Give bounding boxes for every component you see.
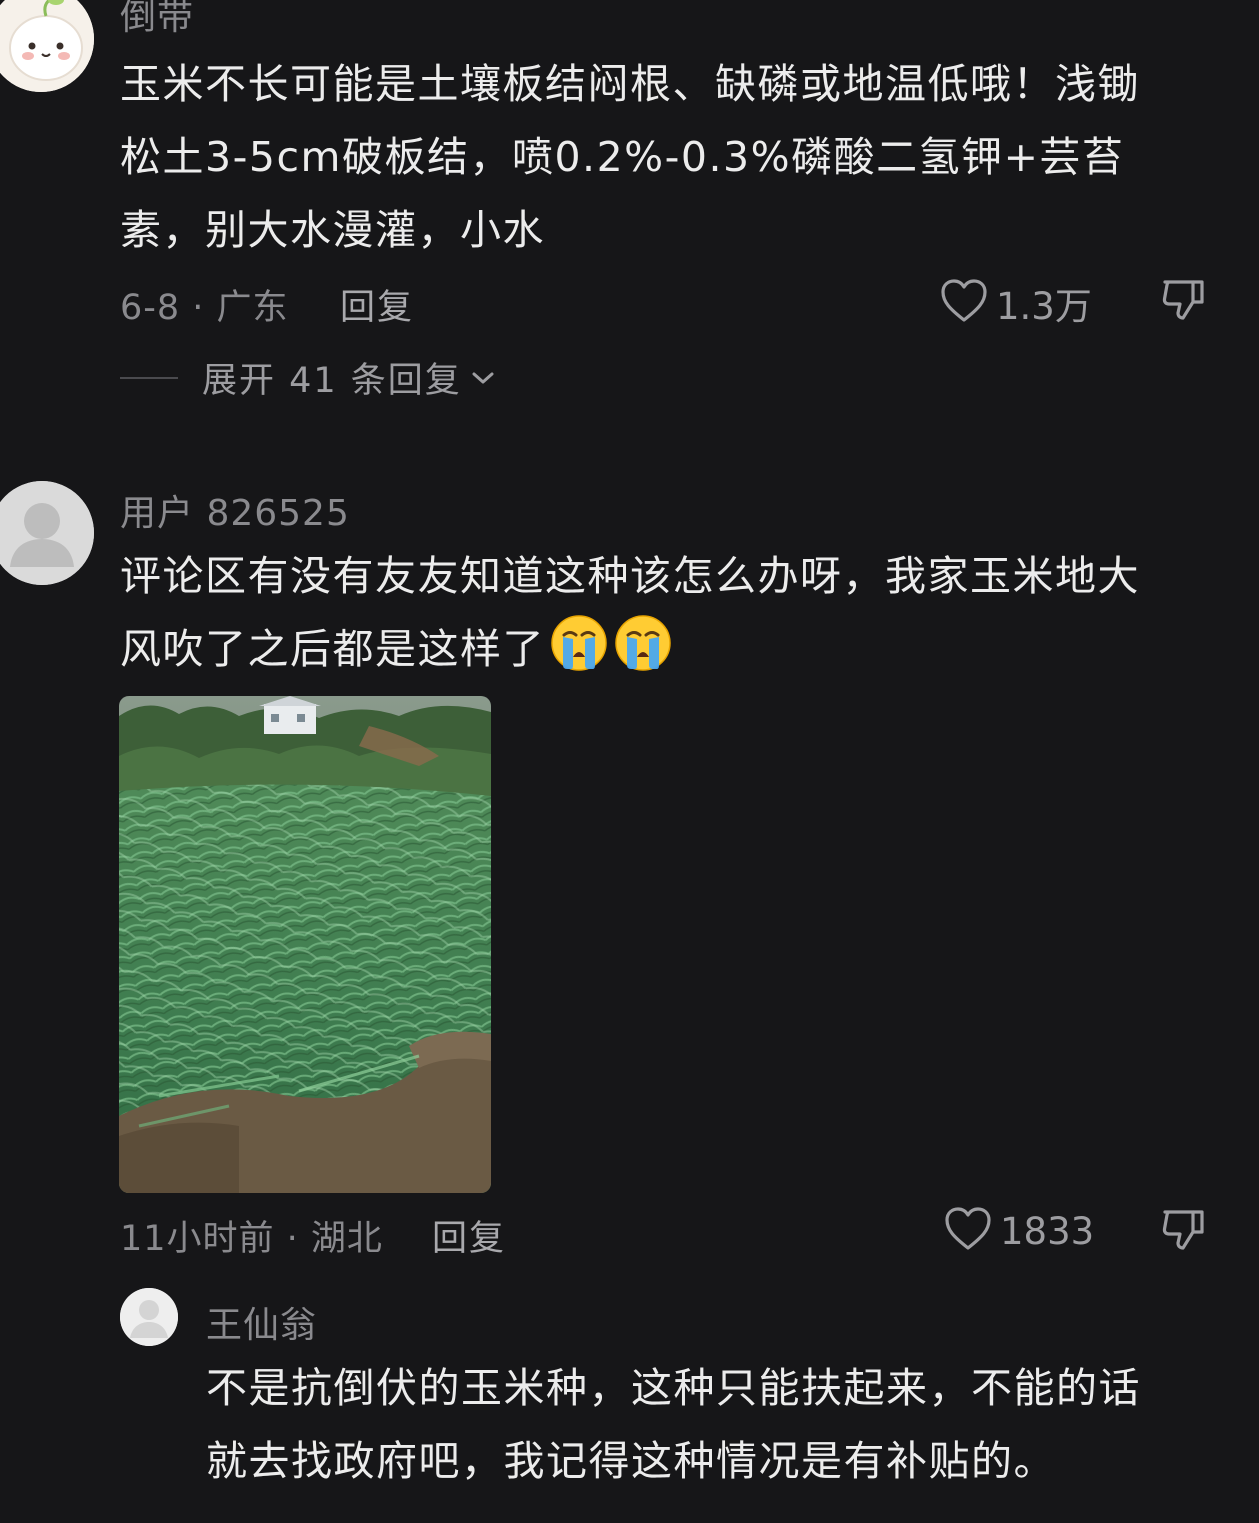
avatar[interactable] bbox=[0, 481, 94, 585]
reply-button[interactable]: 回复 bbox=[432, 1210, 506, 1261]
crying-face-icon bbox=[613, 613, 673, 673]
comment-line: 松土3-5cm破板结，喷0.2%-0.3%磷酸二氢钾+芸苔 bbox=[120, 133, 1125, 181]
thumbs-down-outline-icon bbox=[1161, 280, 1207, 326]
comment-text: 玉米不长可能是土壤板结闷根、缺磷或地温低哦！浅锄 松土3-5cm破板结，喷0.2… bbox=[120, 48, 1140, 267]
like-count: 1.3万 bbox=[996, 285, 1092, 328]
chevron-down-icon bbox=[470, 368, 496, 388]
reply-line: 就去找政府吧，我记得这种情况是有补贴的。 bbox=[206, 1437, 1056, 1485]
avatar[interactable] bbox=[0, 0, 94, 92]
comment-line: 玉米不长可能是土壤板结闷根、缺磷或地温低哦！浅锄 bbox=[120, 60, 1140, 108]
reply-line: 不是抗倒伏的玉米种，这种只能扶起来，不能的话 bbox=[206, 1364, 1141, 1412]
reply-button[interactable]: 回复 bbox=[340, 279, 414, 330]
like-button[interactable]: 1.3万 bbox=[940, 276, 1092, 330]
dislike-button[interactable] bbox=[1161, 1206, 1207, 1256]
like-count: 1833 bbox=[1000, 1209, 1095, 1253]
dislike-button[interactable] bbox=[1161, 276, 1207, 326]
like-button[interactable]: 1833 bbox=[944, 1206, 1094, 1256]
comment-meta: 6-8 · 广东 bbox=[120, 288, 289, 328]
crying-face-icon bbox=[549, 613, 609, 673]
heart-outline-icon bbox=[944, 1206, 992, 1256]
reply-avatar[interactable] bbox=[120, 1288, 178, 1346]
expand-replies-label: 展开 41 条回复 bbox=[202, 361, 462, 401]
comment-line-with-emoji: 风吹了之后都是这样了 bbox=[120, 613, 1140, 686]
heart-outline-icon bbox=[940, 278, 988, 328]
reply-text: 不是抗倒伏的玉米种，这种只能扶起来，不能的话 就去找政府吧，我记得这种情况是有补… bbox=[206, 1352, 1141, 1498]
reply-username[interactable]: 王仙翁 bbox=[206, 1296, 317, 1348]
username[interactable]: 用户 826525 bbox=[120, 484, 350, 536]
comment-photo[interactable] bbox=[119, 696, 491, 1193]
thumbs-down-outline-icon bbox=[1161, 1210, 1207, 1256]
comment-text: 评论区有没有友友知道这种该怎么办呀，我家玉米地大 风吹了之后都是这样了 bbox=[120, 540, 1140, 686]
username[interactable]: 倒带 bbox=[120, 0, 194, 40]
comment-line: 风吹了之后都是这样了 bbox=[120, 625, 545, 673]
divider bbox=[120, 376, 178, 379]
comment-meta: 11小时前 · 湖北 bbox=[120, 1219, 383, 1259]
comment-line: 素，别大水漫灌，小水 bbox=[120, 206, 545, 254]
expand-replies-button[interactable]: 展开 41 条回复 bbox=[120, 352, 496, 403]
comment-line: 评论区有没有友友知道这种该怎么办呀，我家玉米地大 bbox=[120, 552, 1140, 600]
